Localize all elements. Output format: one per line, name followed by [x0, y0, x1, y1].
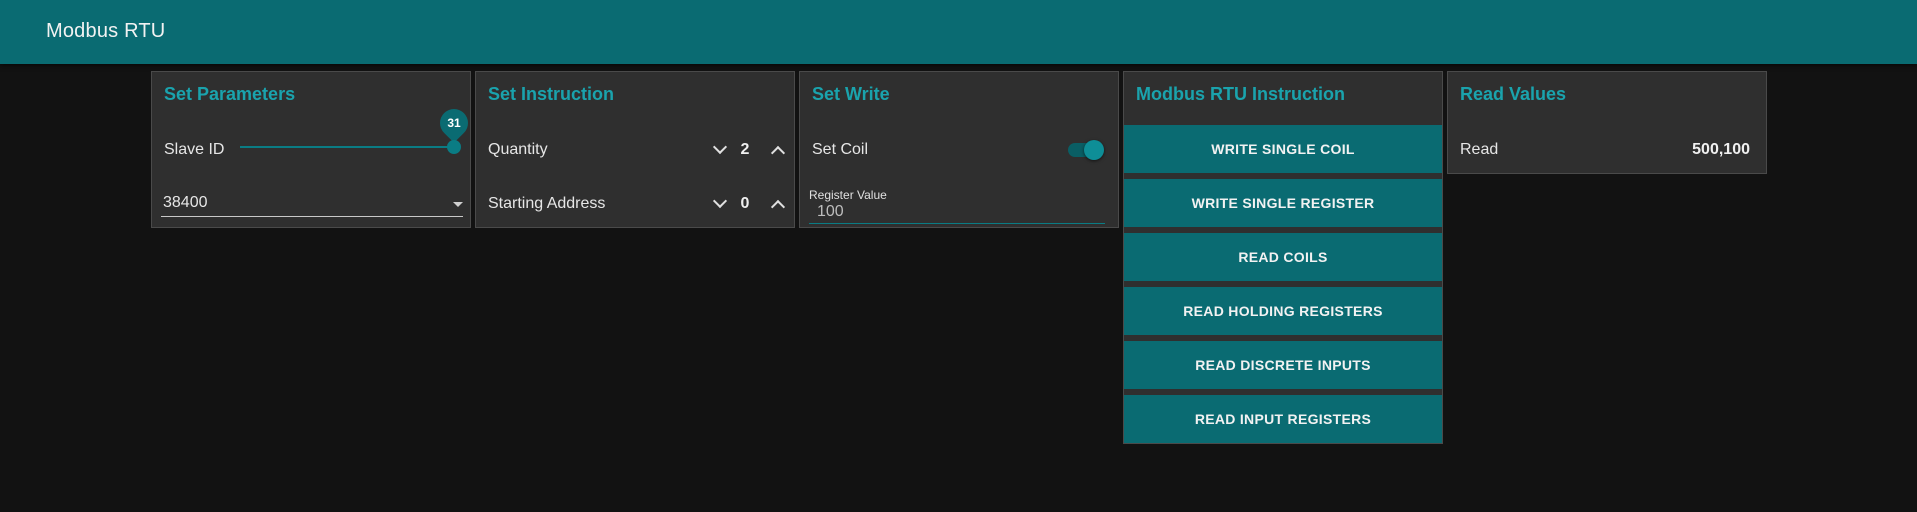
quantity-decrement-button[interactable] — [708, 138, 732, 162]
set-write-title: Set Write — [812, 84, 890, 104]
set-instruction-card: Set Instruction Quantity 2 Starting Addr… — [475, 71, 795, 228]
baud-rate-value: 38400 — [163, 194, 208, 211]
read-input-registers-button[interactable]: READ INPUT REGISTERS — [1124, 395, 1442, 443]
baud-rate-select[interactable]: 38400 — [161, 193, 463, 217]
chevron-down-icon — [712, 193, 728, 209]
set-write-card: Set Write Set Coil Register Value — [799, 71, 1119, 228]
dropdown-caret-icon — [453, 202, 463, 207]
quantity-increment-button[interactable] — [766, 138, 790, 162]
starting-address-value: 0 — [740, 195, 750, 212]
read-value: 500,100 — [1692, 141, 1750, 158]
register-value-input[interactable] — [809, 200, 1105, 224]
toggle-thumb — [1084, 140, 1104, 160]
chevron-down-icon — [712, 139, 728, 155]
quantity-value: 2 — [740, 141, 750, 158]
write-single-coil-button[interactable]: WRITE SINGLE COIL — [1124, 125, 1442, 173]
chevron-up-icon — [770, 199, 786, 215]
chevron-up-icon — [770, 145, 786, 161]
quantity-label: Quantity — [488, 141, 548, 158]
starting-address-increment-button[interactable] — [766, 192, 790, 216]
read-values-card: Read Values Read 500,100 — [1447, 71, 1767, 174]
modbus-instruction-title: Modbus RTU Instruction — [1136, 84, 1345, 104]
modbus-instruction-card: Modbus RTU Instruction WRITE SINGLE COIL… — [1123, 71, 1443, 444]
read-label: Read — [1460, 141, 1499, 158]
app-bar: Modbus RTU — [0, 0, 1917, 64]
set-parameters-card: Set Parameters Slave ID 31 38400 — [151, 71, 474, 228]
read-discrete-inputs-button[interactable]: READ DISCRETE INPUTS — [1124, 341, 1442, 389]
starting-address-label: Starting Address — [488, 195, 606, 212]
slider-value-text: 31 — [447, 116, 461, 130]
slider-thumb[interactable] — [447, 140, 461, 154]
write-single-register-button[interactable]: WRITE SINGLE REGISTER — [1124, 179, 1442, 227]
slave-id-slider[interactable]: 31 — [240, 103, 474, 162]
set-parameters-title: Set Parameters — [164, 84, 296, 104]
set-instruction-title: Set Instruction — [488, 84, 615, 104]
set-coil-label: Set Coil — [812, 141, 869, 158]
set-coil-toggle[interactable] — [1068, 138, 1108, 162]
slave-id-label: Slave ID — [164, 141, 225, 158]
read-values-title: Read Values — [1460, 84, 1567, 104]
read-holding-registers-button[interactable]: READ HOLDING REGISTERS — [1124, 287, 1442, 335]
read-coils-button[interactable]: READ COILS — [1124, 233, 1442, 281]
slider-track — [240, 146, 455, 148]
app-title: Modbus RTU — [46, 20, 166, 42]
starting-address-decrement-button[interactable] — [708, 192, 732, 216]
